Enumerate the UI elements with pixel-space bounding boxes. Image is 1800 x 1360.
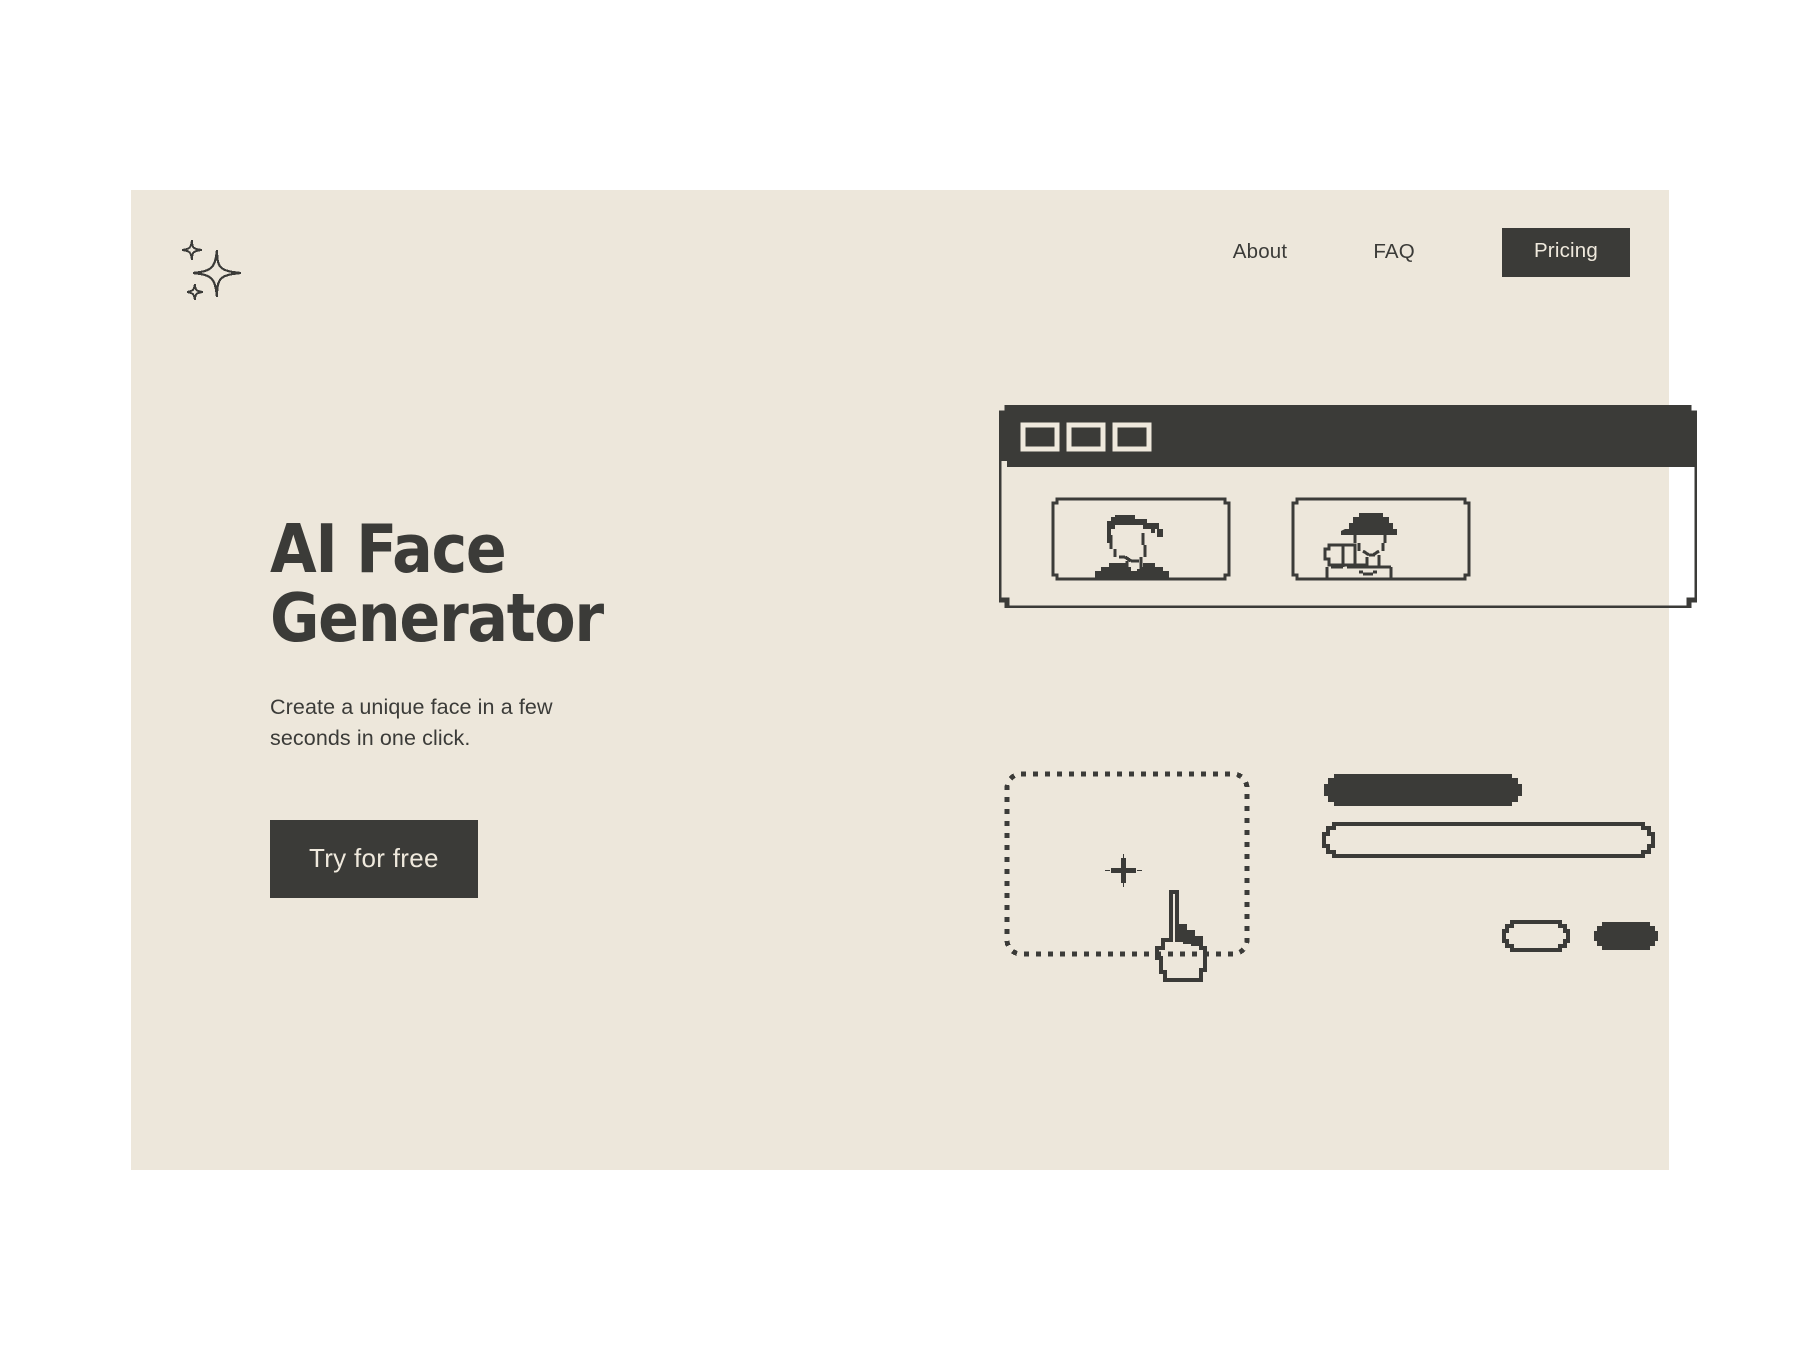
mockup-bars-group [1316,770,1696,1000]
try-for-free-button[interactable]: Try for free [270,820,478,899]
hero-text-column: AI Face Generator Create a unique face i… [270,510,790,899]
filled-pill-small [1594,922,1658,950]
generated-face-panel-2 [1291,497,1471,581]
outlined-bar-long [1322,822,1655,858]
page-root: About FAQ Pricing AI Face Generator Crea… [0,0,1800,1360]
filled-bar-long [1324,774,1522,806]
browser-window-mockup [999,405,1697,608]
plus-sparkle-icon [1105,854,1142,887]
pointing-hand-cursor [1154,889,1208,983]
dashed-upload-dropzone[interactable] [1001,770,1291,990]
page-title: AI Face Generator [270,510,604,657]
hero-illustration [866,190,1697,1170]
generated-face-panel-1 [1051,497,1231,581]
sparkle-logo-icon[interactable] [170,230,254,314]
hero-card: About FAQ Pricing AI Face Generator Crea… [131,190,1697,1170]
outlined-pill-small [1502,920,1570,952]
hero-subtitle: Create a unique face in a few seconds in… [270,695,553,750]
